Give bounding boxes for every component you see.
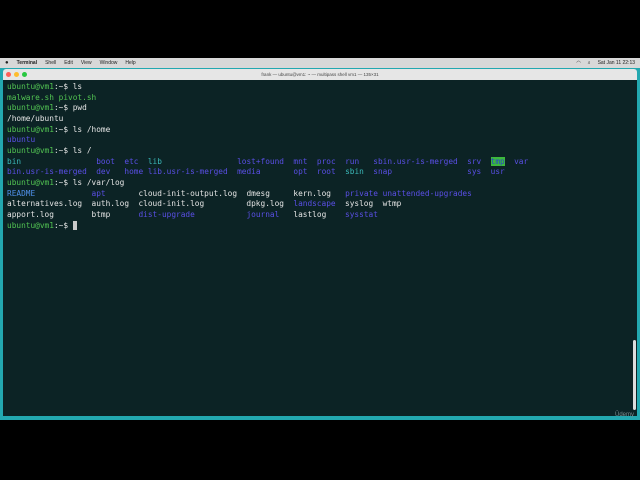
file-entry: btmp [91, 209, 111, 219]
file-entry: syslog [345, 199, 374, 209]
file-entry: apt [91, 188, 106, 198]
command-text: ls / [72, 145, 92, 155]
menu-window[interactable]: Window [100, 60, 118, 66]
file-entry: sys [467, 167, 482, 177]
menu-edit[interactable]: Edit [64, 60, 73, 66]
output-line: /home/ubuntu [7, 114, 633, 125]
title-bar[interactable]: frank — ubuntu@vm1: ~ — multipass shell … [3, 69, 637, 80]
output-line: apport.log btmp dist-upgrade journal las… [7, 210, 633, 221]
file-entry: opt [293, 167, 308, 177]
command-text: ls /home [72, 124, 111, 134]
file-entry: srv [467, 156, 482, 166]
prompt-path: :~$ [53, 145, 73, 155]
apple-icon[interactable]: ● [5, 60, 9, 66]
prompt-path: :~$ [53, 177, 73, 187]
status-area: ◠ ⌕ Sat Jan 11 22:13 [576, 60, 635, 66]
prompt-user: ubuntu@vm1 [7, 103, 54, 113]
file-entry: lib [147, 156, 162, 166]
file-entry: README [7, 188, 36, 198]
file-entry: wtmp [382, 199, 402, 209]
file-entry: dpkg.log [246, 199, 284, 209]
menu-shell[interactable]: Shell [45, 60, 56, 66]
file-entry: /home/ubuntu [7, 113, 64, 123]
prompt-user: ubuntu@vm1 [7, 177, 54, 187]
prompt-path: :~$ [53, 124, 73, 134]
file-entry: boot [96, 156, 115, 166]
output-line: ubuntu [7, 135, 633, 146]
prompt-user: ubuntu@vm1 [7, 124, 54, 134]
command-text: ls /var/log [72, 177, 125, 187]
wifi-icon[interactable]: ◠ [576, 60, 580, 66]
menu-view[interactable]: View [81, 60, 92, 66]
scrollbar[interactable] [633, 340, 636, 410]
file-entry: lost+found [237, 156, 285, 166]
file-entry: sbin.usr-is-merged [373, 156, 458, 166]
file-entry: unattended-upgrades [382, 188, 472, 198]
prompt-line: ubuntu@vm1:~$ pwd [7, 103, 633, 114]
prompt-path: :~$ [53, 103, 73, 113]
terminal-output[interactable]: ubuntu@vm1:~$ ls malware.sh pivot.sh ubunt… [3, 80, 637, 416]
prompt-user: ubuntu@vm1 [7, 220, 54, 230]
file-entry: mnt [293, 156, 308, 166]
file-entry: dmesg [246, 188, 270, 198]
file-entry: dist-upgrade [138, 209, 195, 219]
file-entry: sbin [345, 167, 364, 177]
file-entry: media [237, 167, 261, 177]
prompt-line: ubuntu@vm1:~$ ls [7, 82, 633, 93]
file-entry: etc [124, 156, 139, 166]
file-entry: auth.log [91, 199, 130, 209]
file-entry: root [316, 167, 336, 177]
file-entry: private [345, 188, 378, 198]
file-entry: lib.usr-is-merged [147, 167, 228, 177]
udemy-watermark: Ûdemy [614, 412, 634, 418]
menu-app-name[interactable]: Terminal [17, 60, 37, 66]
file-entry: landscape [293, 199, 336, 209]
file-entry: tmp [490, 156, 505, 166]
prompt-path: :~$ [53, 82, 73, 91]
file-entry: malware.sh [7, 92, 54, 102]
output-line: malware.sh pivot.sh [7, 93, 633, 104]
prompt-line: ubuntu@vm1:~$ ls / [7, 146, 633, 157]
file-entry: apport.log [7, 209, 54, 219]
output-line: bin boot etc lib lost+found mnt proc run… [7, 156, 633, 168]
file-entry: usr [490, 167, 505, 177]
prompt-line: ubuntu@vm1:~$ [7, 220, 633, 232]
command-text: ls [72, 82, 83, 91]
prompt-user: ubuntu@vm1 [7, 82, 54, 91]
window-title: frank — ubuntu@vm1: ~ — multipass shell … [261, 72, 379, 77]
file-entry: alternatives.log [7, 199, 83, 209]
file-entry: var [514, 156, 529, 166]
file-entry: snap [373, 167, 393, 177]
terminal-window: frank — ubuntu@vm1: ~ — multipass shell … [0, 68, 640, 420]
file-entry: dev [96, 167, 111, 177]
prompt-user: ubuntu@vm1 [7, 145, 54, 155]
file-entry: cloud-init.log [138, 199, 205, 209]
file-entry: home [124, 167, 144, 177]
menu-bar: ● Terminal Shell Edit View Window Help ◠… [0, 58, 640, 68]
output-line: alternatives.log auth.log cloud-init.log… [7, 199, 633, 210]
file-entry: cloud-init-output.log [138, 188, 238, 198]
menu-help[interactable]: Help [125, 60, 135, 66]
cursor [72, 220, 78, 230]
command-text: pwd [72, 103, 87, 113]
file-entry: bin [7, 156, 22, 166]
file-entry: journal [246, 209, 280, 219]
file-entry: ubuntu [7, 135, 36, 145]
file-entry: pivot.sh [58, 92, 97, 102]
output-line: bin.usr-is-merged dev home lib.usr-is-me… [7, 167, 633, 178]
file-entry: bin.usr-is-merged [7, 167, 87, 177]
prompt-line: ubuntu@vm1:~$ ls /home [7, 125, 633, 136]
file-entry: proc [316, 156, 336, 166]
clock[interactable]: Sat Jan 11 22:13 [598, 60, 635, 66]
file-entry: run [345, 156, 360, 166]
prompt-line: ubuntu@vm1:~$ ls /var/log [7, 178, 633, 189]
file-entry: sysstat [345, 209, 378, 219]
output-line: README apt cloud-init-output.log dmesg k… [7, 189, 633, 200]
file-entry: kern.log [293, 188, 331, 198]
file-entry: lastlog [293, 209, 327, 219]
search-icon[interactable]: ⌕ [588, 60, 591, 66]
prompt-path: :~$ [53, 220, 73, 230]
